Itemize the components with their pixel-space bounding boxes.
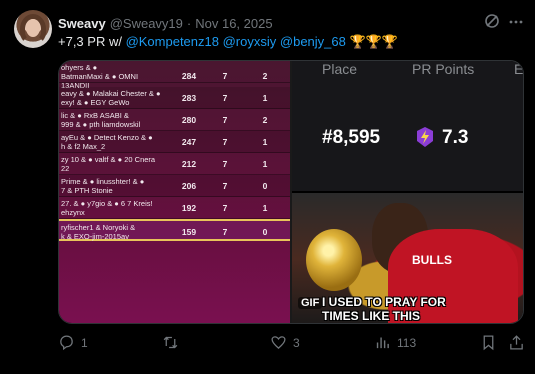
- tweet[interactable]: Sweavy @Sweavy19 · Nov 16, 2025 +7,3 PR …: [0, 0, 535, 374]
- author-handle[interactable]: @Sweavy19: [110, 16, 183, 31]
- avatar[interactable]: [14, 10, 52, 48]
- gif-image[interactable]: BULLS GIF I USED TO PRAY FOR TIMES LIKE …: [292, 193, 523, 323]
- separator: ·: [186, 15, 192, 31]
- tweet-date[interactable]: Nov 16, 2025: [195, 16, 272, 31]
- place-header: Place: [322, 61, 358, 77]
- gif-trophy: [306, 229, 362, 291]
- leaderboard-row: Prime & ● linusshter! & ● 7 & PTH Stonie …: [59, 175, 291, 197]
- reply-button[interactable]: 1: [58, 334, 88, 351]
- place-value: #8,595: [322, 127, 381, 148]
- trophy-emojis: 🏆🏆🏆: [349, 34, 399, 49]
- view-count: 113: [397, 335, 417, 350]
- views-button[interactable]: 113: [374, 334, 416, 351]
- share-icon: [510, 335, 523, 350]
- pr-points-value: 7.3: [442, 127, 469, 148]
- views-icon: [376, 337, 389, 349]
- author-name[interactable]: Sweavy: [58, 16, 106, 31]
- share-button[interactable]: [508, 334, 525, 351]
- bookmark-icon: [483, 335, 494, 351]
- leaderboard-row-highlighted: ryfischer1 & Noryoki & k & EXO-jim-2015av…: [59, 219, 291, 241]
- reply-icon: [60, 335, 73, 351]
- like-count: 3: [293, 335, 300, 350]
- gif-badge[interactable]: GIF: [298, 297, 323, 309]
- mention-link[interactable]: @royxsiy: [223, 34, 277, 49]
- gif-caption: I USED TO PRAY FOR TIMES LIKE THIS: [322, 295, 446, 323]
- media-grid[interactable]: ohyers & ● BatmanMaxi & ● OMNI 13ANDII 284…: [58, 60, 524, 324]
- e-header: E: [514, 61, 524, 77]
- leaderboard-row: eavy & ● Malakai Chester & ● exy! & ● EGY…: [59, 87, 291, 109]
- leaderboard-row: ohyers & ● BatmanMaxi & ● OMNI 13ANDII 284…: [59, 61, 291, 90]
- text-prefix: +7,3 PR w/: [58, 34, 126, 49]
- leaderboard-image[interactable]: ohyers & ● BatmanMaxi & ● OMNI 13ANDII 284…: [59, 61, 292, 323]
- leaderboard-row: zy 10 & ● valtf & ● 20 Cnera 22 212 7 1: [59, 153, 291, 175]
- grok-icon[interactable]: [484, 13, 500, 29]
- tweet-text: +7,3 PR w/ @Kompetenz18 @royxsiy @benjy_…: [58, 34, 398, 50]
- jersey-text: BULLS: [412, 253, 452, 267]
- retweet-icon: [163, 336, 178, 349]
- pr-points-header: PR Points: [412, 61, 475, 77]
- leaderboard-row: ayEu & ● Detect Kenzo & ● h & f2 Max_2 24…: [59, 131, 291, 153]
- pr-stats-image[interactable]: Place PR Points E #8,595 7.3: [292, 61, 524, 191]
- leaderboard-row: lic & ● RxB ASABI & 999 & ● pth liamdowsk…: [59, 109, 291, 131]
- more-options-icon[interactable]: [508, 14, 524, 30]
- action-bar: 1 3 113: [58, 334, 524, 354]
- bookmark-button[interactable]: [480, 334, 497, 351]
- reply-count: 1: [81, 335, 88, 350]
- avatar-face: [26, 19, 40, 37]
- tweet-header: Sweavy @Sweavy19 · Nov 16, 2025: [58, 14, 273, 32]
- retweet-button[interactable]: [162, 334, 185, 351]
- mention-link[interactable]: @Kompetenz18: [126, 34, 219, 49]
- like-button[interactable]: 3: [270, 334, 300, 351]
- mention-link[interactable]: @benjy_68: [280, 34, 346, 49]
- heart-icon: [271, 336, 286, 350]
- bolt-icon: [416, 127, 434, 147]
- leaderboard-row: 27. & ● y7gio & ● 6 7 Kreis! ehzynx 192 7 1: [59, 197, 291, 219]
